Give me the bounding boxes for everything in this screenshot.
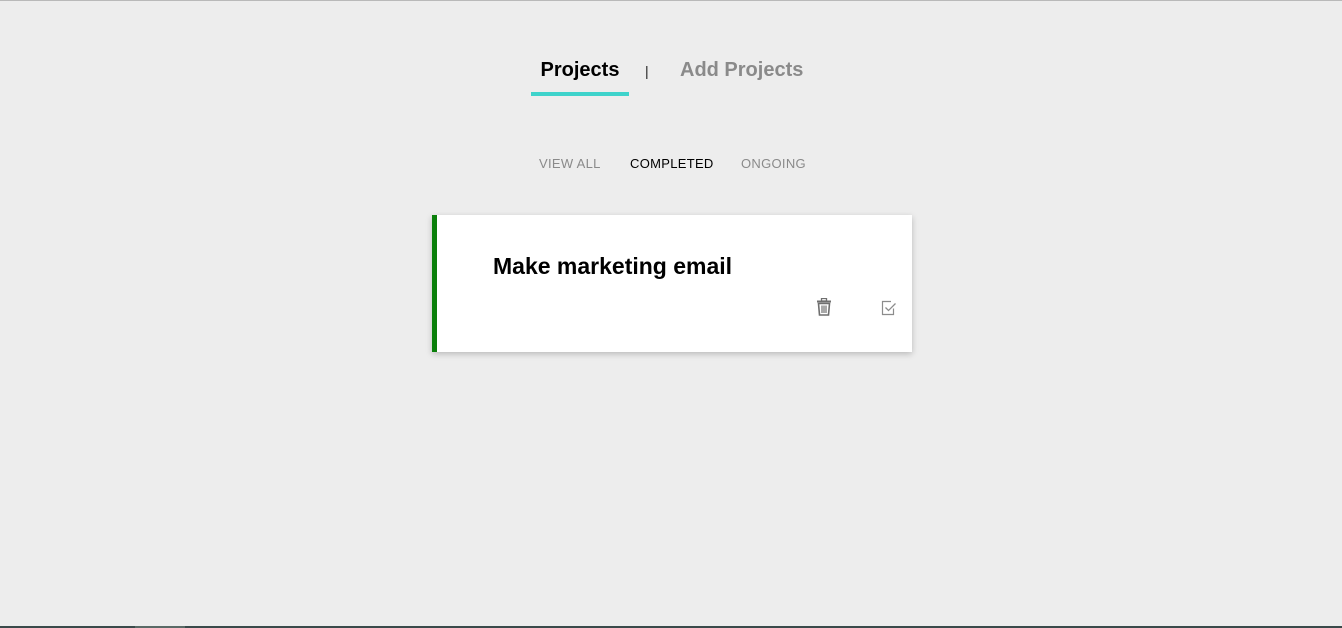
project-title: Make marketing email [493,253,733,279]
filter-completed[interactable]: COMPLETED [630,156,714,171]
trash-icon[interactable] [816,297,832,316]
checkbox-checked-icon[interactable] [881,300,897,316]
tab-projects[interactable]: Projects [531,58,629,96]
filter-ongoing[interactable]: ONGOING [741,156,806,171]
active-tab-underline [531,92,629,96]
tab-separator: | [645,63,649,79]
tab-projects-label: Projects [540,59,620,81]
tab-add-projects[interactable]: Add Projects [680,58,803,82]
filter-view-all[interactable]: VIEW ALL [539,156,601,171]
project-card: Make marketing email [432,215,912,352]
tab-add-projects-label: Add Projects [680,59,804,81]
